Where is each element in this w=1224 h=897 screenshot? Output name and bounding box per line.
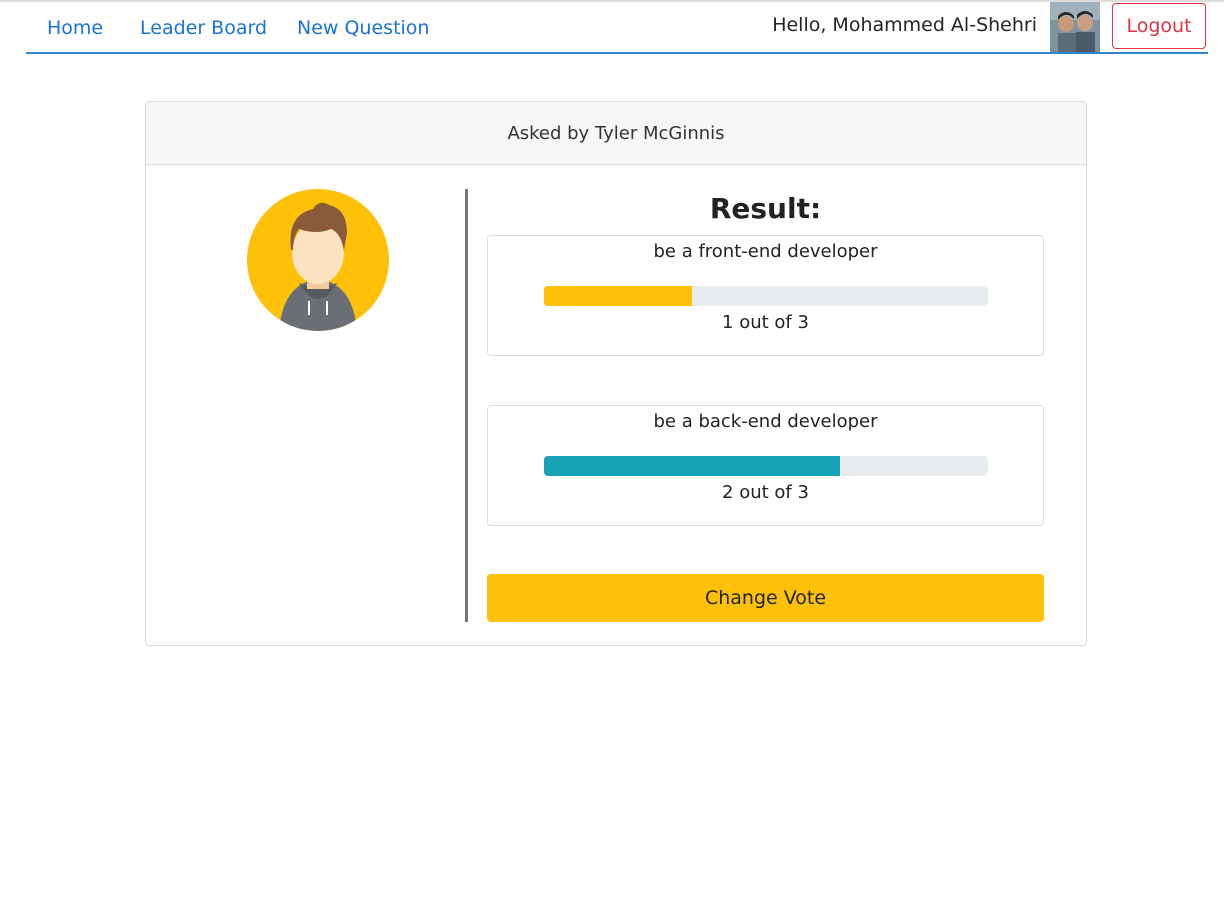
asked-by-label: Asked by Tyler McGinnis: [507, 122, 725, 144]
question-result-card: Asked by Tyler McGinnis Result: be a fro…: [145, 101, 1087, 646]
nav-link-home[interactable]: Home: [47, 17, 103, 39]
author-avatar: [247, 189, 389, 331]
card-header: Asked by Tyler McGinnis: [146, 102, 1086, 165]
logout-button[interactable]: Logout: [1112, 3, 1206, 49]
user-greeting: Hello, Mohammed Al-Shehri: [772, 14, 1037, 36]
vote-progress-fill: [544, 456, 840, 476]
result-title: Result:: [709, 192, 822, 225]
nav-link-new-question[interactable]: New Question: [297, 17, 429, 39]
option-result-2: be a back-end developer 2 out of 3: [487, 405, 1044, 526]
option-text: be a front-end developer: [653, 241, 878, 262]
vertical-divider: [465, 189, 468, 622]
vote-count: 1 out of 3: [722, 312, 809, 333]
vote-progress-fill: [544, 286, 692, 306]
nav-link-leader-board[interactable]: Leader Board: [140, 17, 267, 39]
option-text: be a back-end developer: [653, 411, 878, 432]
change-vote-button[interactable]: Change Vote: [487, 574, 1044, 622]
user-avatar: [1050, 2, 1100, 52]
option-result-1: be a front-end developer 1 out of 3: [487, 235, 1044, 356]
top-navbar: Home Leader Board New Question Hello, Mo…: [26, 2, 1208, 54]
vote-count: 2 out of 3: [722, 482, 809, 503]
vote-progress-bar: [544, 456, 988, 476]
vote-progress-bar: [544, 286, 988, 306]
